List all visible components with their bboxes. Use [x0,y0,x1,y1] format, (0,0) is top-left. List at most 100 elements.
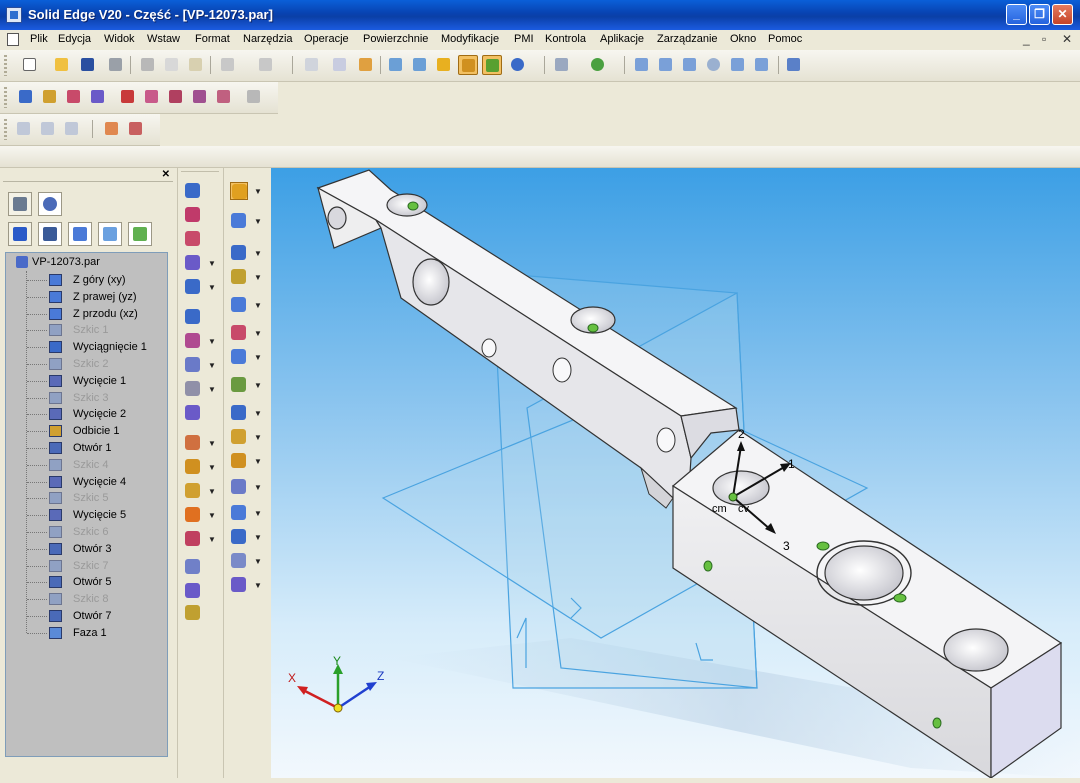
help-button[interactable] [784,55,804,75]
select-body-button[interactable] [62,119,82,139]
menu-operacje[interactable]: Operacje [304,33,349,45]
chevron-down-icon[interactable]: ▼ [254,187,262,196]
mdi-restore-button[interactable]: ▫ [1042,32,1046,46]
menu-modyfikacje[interactable]: Modyfikacje [441,33,499,45]
print-button[interactable] [106,55,126,75]
menu-aplikacje[interactable]: Aplikacje [600,33,644,45]
mdi-close-button[interactable]: ✕ [1062,32,1072,46]
chevron-down-icon[interactable]: ▼ [254,509,262,518]
tab-colors[interactable] [128,222,152,246]
tab-sensors[interactable] [98,222,122,246]
swept-tool-button[interactable] [184,254,202,272]
menu-format[interactable]: Format [195,33,230,45]
extend-tool-button[interactable] [230,428,248,446]
document-icon[interactable] [7,33,19,46]
shell-tool-button[interactable] [184,582,202,600]
tree-root[interactable]: VP-12073.par [16,256,100,269]
through-hole[interactable] [943,628,1009,672]
circle-tool-button[interactable] [230,296,248,314]
select-face-button[interactable] [14,119,34,139]
chevron-down-icon[interactable]: ▼ [208,337,216,346]
wireframe-view-button[interactable] [386,55,406,75]
chevron-down-icon[interactable]: ▼ [254,533,262,542]
project-tool-button[interactable] [230,452,248,470]
chevron-down-icon[interactable]: ▼ [208,385,216,394]
maximize-button[interactable]: ❐ [1029,4,1050,25]
web-network-button[interactable] [190,87,210,107]
toolbar-grip[interactable] [4,55,7,76]
insert-object-button[interactable] [302,55,322,75]
loft-tool-button[interactable] [184,278,202,296]
stamp-tool-button[interactable] [184,506,202,524]
open-file-button[interactable] [52,55,72,75]
side-hole[interactable] [656,427,676,453]
chevron-down-icon[interactable]: ▼ [208,283,216,292]
round-tool-button[interactable] [184,380,202,398]
fit-button[interactable] [656,55,676,75]
thread-button[interactable] [142,87,162,107]
thin-wall-button[interactable] [244,87,264,107]
select-tool-button[interactable] [330,55,350,75]
visible-edges-button[interactable] [410,55,430,75]
through-hole[interactable] [412,258,450,306]
shaded-with-edges-button[interactable] [458,55,478,75]
magnify-icon[interactable] [704,55,724,75]
thin-wall-tool-button[interactable] [184,434,202,452]
chevron-down-icon[interactable]: ▼ [254,457,262,466]
chevron-down-icon[interactable]: ▼ [208,511,216,520]
chevron-down-icon[interactable]: ▼ [254,301,262,310]
shaded-visible-edges-button[interactable] [482,55,502,75]
rotate-view-button[interactable] [588,55,608,75]
select-tool-button[interactable] [230,182,248,200]
title-bar[interactable]: Solid Edge V20 - Część - [VP-12073.par] … [0,0,1080,30]
tab-pathfinder[interactable] [8,222,32,246]
sketch-tool-button[interactable] [230,212,248,230]
undo-button[interactable] [218,55,238,75]
chevron-down-icon[interactable]: ▼ [208,487,216,496]
chevron-down-icon[interactable]: ▼ [254,273,262,282]
include-tool-button[interactable] [230,528,248,546]
chevron-down-icon[interactable]: ▼ [254,249,262,258]
protrusion-button[interactable] [16,87,36,107]
draft-tool-button[interactable] [184,356,202,374]
line-tool-button[interactable] [230,244,248,262]
zoom-button[interactable] [680,55,700,75]
3d-viewport[interactable]: 2 1 3 cm cv Y X Z [271,168,1080,778]
side-hole[interactable] [481,338,497,358]
chevron-down-icon[interactable]: ▼ [208,535,216,544]
chevron-down-icon[interactable]: ▼ [254,409,262,418]
menu-wstaw[interactable]: Wstaw [147,33,180,45]
counterbore-hole[interactable] [386,193,428,217]
chevron-down-icon[interactable]: ▼ [254,433,262,442]
menu-plik[interactable]: Plik [30,33,48,45]
chevron-down-icon[interactable]: ▼ [254,581,262,590]
zoom-area-button[interactable] [632,55,652,75]
fillet-tool-button[interactable] [230,348,248,366]
hole-button[interactable] [118,87,138,107]
new-file-button[interactable] [20,55,40,75]
menu-kontrola[interactable]: Kontrola [545,33,586,45]
menu-narzedzia[interactable]: Narzędzia [243,33,293,45]
tab-feature-library[interactable] [68,222,92,246]
selected-hole[interactable] [712,470,770,506]
menu-edycja[interactable]: Edycja [58,33,91,45]
chamfer-tool-button[interactable] [184,404,202,422]
chevron-down-icon[interactable]: ▼ [208,259,216,268]
pan-button[interactable] [728,55,748,75]
intellisketch-button[interactable] [126,119,146,139]
arc-tool-button[interactable] [230,268,248,286]
rib-tool-button[interactable] [184,332,202,350]
view-orientation-button[interactable] [752,55,772,75]
toolbar-grip[interactable] [4,119,7,140]
hole-tool-button[interactable] [184,308,202,326]
chevron-down-icon[interactable]: ▼ [254,381,262,390]
menu-okno[interactable]: Okno [730,33,756,45]
cutout-tool-button[interactable] [184,230,202,248]
cutout-button[interactable] [64,87,84,107]
chevron-down-icon[interactable]: ▼ [208,361,216,370]
chevron-down-icon[interactable]: ▼ [254,483,262,492]
named-views-button[interactable] [552,55,572,75]
select-edge-button[interactable] [38,119,58,139]
menu-pomoc[interactable]: Pomoc [768,33,802,45]
feature-tree[interactable]: VP-12073.par Z góry (xy) Z prawej (yz) Z p… [5,252,168,757]
